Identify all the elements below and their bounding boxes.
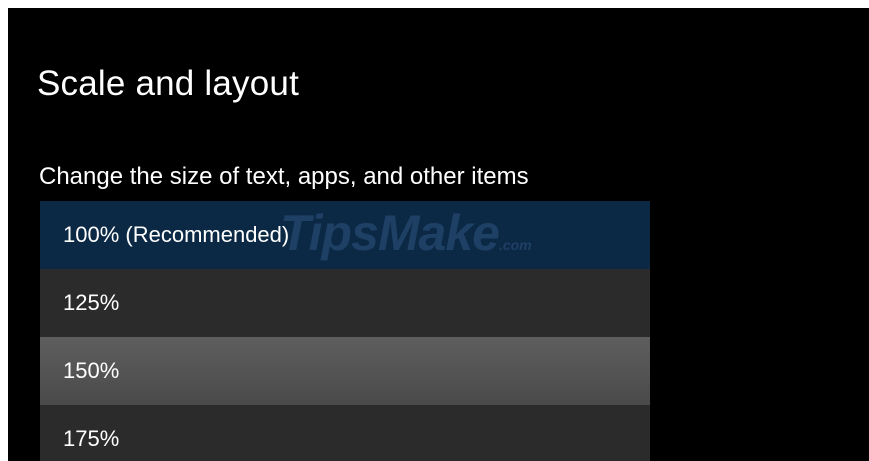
section-title: Scale and layout	[37, 64, 299, 103]
scale-option-label: 150%	[63, 358, 120, 383]
scale-option-label: 175%	[63, 426, 120, 451]
scale-dropdown-list: 100% (Recommended) 125% 150% 175%	[40, 201, 650, 461]
scale-option-175[interactable]: 175%	[40, 405, 650, 461]
settings-window: Scale and layout Change the size of text…	[8, 8, 869, 461]
scale-option-125[interactable]: 125%	[40, 269, 650, 337]
scale-option-label: 125%	[63, 290, 120, 315]
scale-option-150[interactable]: 150%	[40, 337, 650, 405]
scale-option-100[interactable]: 100% (Recommended)	[40, 201, 650, 269]
scale-setting-label: Change the size of text, apps, and other…	[39, 163, 529, 190]
scale-option-label: 100% (Recommended)	[63, 222, 290, 247]
